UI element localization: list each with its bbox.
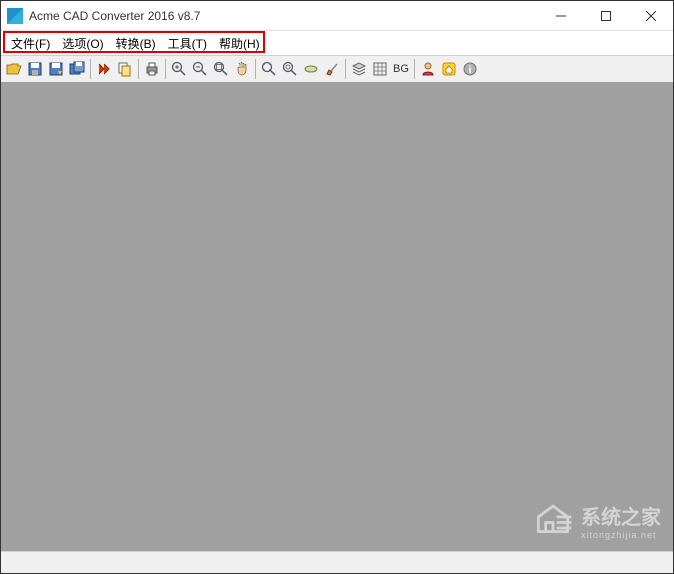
zoom-all-button[interactable] (280, 59, 300, 79)
menu-help[interactable]: 帮助(H) (213, 33, 266, 54)
pan-button[interactable] (232, 59, 252, 79)
info-button[interactable]: i (460, 59, 480, 79)
regen-button[interactable] (301, 59, 321, 79)
bg-color-button[interactable]: BG (391, 59, 411, 79)
app-icon (7, 8, 23, 24)
menu-file[interactable]: 文件(F) (5, 33, 56, 54)
toolbar-separator (414, 59, 415, 79)
copy-button[interactable] (115, 59, 135, 79)
toolbar-separator (165, 59, 166, 79)
save-floppy-button[interactable] (67, 59, 87, 79)
menu-options[interactable]: 选项(O) (56, 33, 109, 54)
toolbar-separator (345, 59, 346, 79)
toolbar-separator (90, 59, 91, 79)
run-button[interactable] (94, 59, 114, 79)
user-button[interactable] (418, 59, 438, 79)
title-bar: Acme CAD Converter 2016 v8.7 (1, 1, 673, 31)
window-controls (538, 1, 673, 31)
workspace-area (1, 83, 673, 551)
save-as-button[interactable] (46, 59, 66, 79)
menu-convert[interactable]: 转换(B) (110, 33, 162, 54)
minimize-button[interactable] (538, 1, 583, 31)
grid-button[interactable] (370, 59, 390, 79)
zoom-out-button[interactable] (190, 59, 210, 79)
zoom-in-button[interactable] (169, 59, 189, 79)
layers-button[interactable] (349, 59, 369, 79)
toolbar-separator (138, 59, 139, 79)
menu-tools[interactable]: 工具(T) (162, 33, 213, 54)
save-button[interactable] (25, 59, 45, 79)
status-bar (1, 551, 673, 573)
brush-button[interactable] (322, 59, 342, 79)
menu-bar: 文件(F) 选项(O) 转换(B) 工具(T) 帮助(H) (1, 31, 673, 55)
toolbar-separator (255, 59, 256, 79)
svg-text:i: i (469, 65, 472, 76)
zoom-window-button[interactable] (211, 59, 231, 79)
window-title: Acme CAD Converter 2016 v8.7 (29, 9, 538, 23)
zoom-extents-button[interactable] (259, 59, 279, 79)
open-button[interactable] (4, 59, 24, 79)
maximize-button[interactable] (583, 1, 628, 31)
print-button[interactable] (142, 59, 162, 79)
home-button[interactable] (439, 59, 459, 79)
close-button[interactable] (628, 1, 673, 31)
toolbar: BG i (1, 55, 673, 83)
